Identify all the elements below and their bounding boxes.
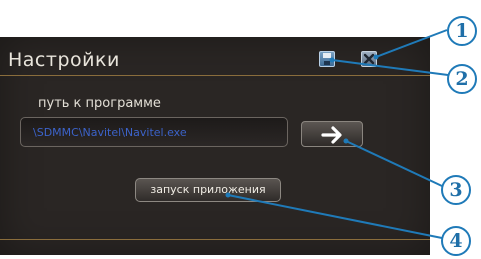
callout-2: 2 bbox=[447, 64, 477, 94]
callout-4: 4 bbox=[441, 226, 471, 256]
annotated-screenshot: Настройки путь к программе \SDMMC\Navite… bbox=[0, 0, 481, 259]
callout-leaders bbox=[225, 29, 449, 239]
callout-1: 1 bbox=[447, 16, 477, 46]
callout-3: 3 bbox=[441, 175, 471, 205]
